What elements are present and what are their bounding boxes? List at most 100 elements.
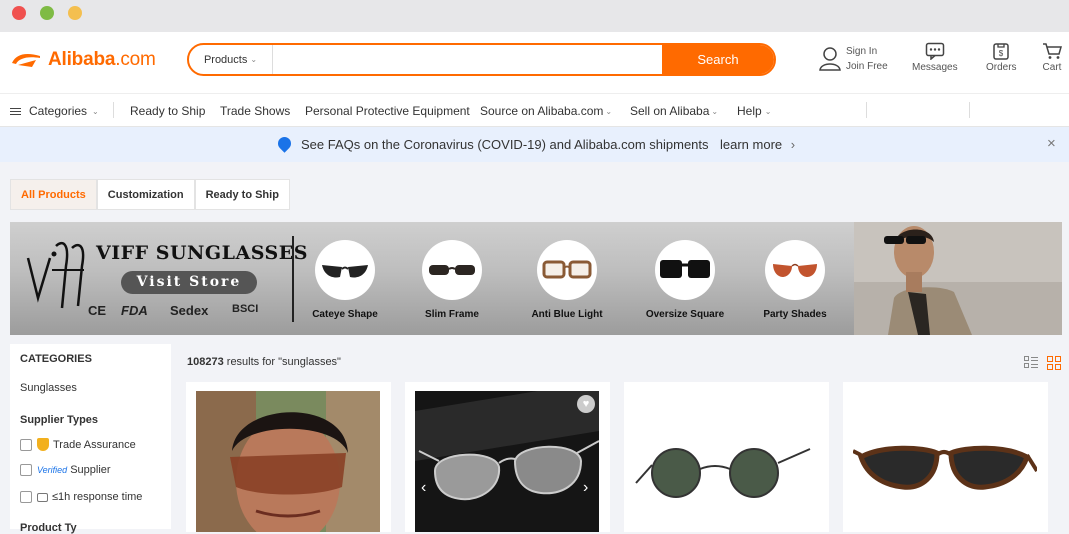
product-card[interactable]: ♥ bbox=[843, 382, 1048, 532]
menu-icon bbox=[10, 106, 21, 117]
trade-assurance-icon bbox=[37, 438, 49, 451]
ad-style-cateye[interactable]: Cateye Shape bbox=[300, 240, 390, 320]
visit-store-button[interactable]: Visit Store bbox=[121, 271, 257, 294]
tab-ready-to-ship[interactable]: Ready to Ship bbox=[194, 179, 290, 210]
notice-text: See FAQs on the Coronavirus (COVID-19) a… bbox=[301, 137, 709, 152]
previous-image-arrow-icon[interactable]: ‹ bbox=[421, 479, 426, 497]
chevron-down-icon: ⌄ bbox=[250, 55, 258, 64]
ad-style-label: Party Shades bbox=[763, 309, 827, 320]
ad-style-label: Cateye Shape bbox=[312, 309, 378, 320]
search-bar: Products ⌄ Search bbox=[187, 43, 776, 76]
ad-style-anti-blue-light[interactable]: Anti Blue Light bbox=[522, 240, 612, 320]
chevron-down-icon: ⌄ bbox=[605, 106, 613, 116]
product-card[interactable]: ♥ bbox=[624, 382, 829, 532]
tab-all-products[interactable]: All Products bbox=[10, 179, 97, 210]
chevron-right-icon: › bbox=[790, 137, 796, 152]
chevron-down-icon: ⌄ bbox=[92, 106, 99, 116]
nav-divider bbox=[969, 102, 970, 118]
product-image[interactable]: ‹ › ♥ bbox=[415, 391, 599, 532]
nav-categories-label: Categories bbox=[29, 104, 88, 118]
ad-brand-title: VIFF SUNGLASSES bbox=[96, 242, 308, 264]
checkbox[interactable] bbox=[20, 438, 32, 451]
window-maximize-button[interactable] bbox=[68, 6, 82, 20]
oversize-square-sunglasses-icon bbox=[660, 260, 710, 278]
logo-brand: Alibaba bbox=[48, 49, 116, 70]
cert-ce: CE bbox=[88, 303, 107, 318]
learn-more-link[interactable]: learn more › bbox=[720, 137, 795, 152]
cart-icon bbox=[1043, 43, 1062, 59]
ad-style-oversize-square[interactable]: Oversize Square bbox=[640, 240, 730, 320]
main-nav: Categories ⌄ Ready to Ship Trade Shows P… bbox=[0, 93, 1069, 127]
cart-button[interactable]: Cart bbox=[1042, 42, 1062, 73]
ad-style-party-shades[interactable]: Party Shades bbox=[750, 240, 840, 320]
product-card[interactable] bbox=[186, 382, 391, 532]
nav-sell-label: Sell on Alibaba bbox=[630, 104, 710, 118]
window-titlebar bbox=[0, 0, 1069, 32]
search-category-select[interactable]: Products ⌄ bbox=[189, 45, 273, 74]
filter-label: Supplier bbox=[70, 464, 111, 476]
filter-response-time[interactable]: ≤1h response time bbox=[20, 491, 142, 503]
category-sunglasses-link[interactable]: Sunglasses bbox=[20, 382, 77, 394]
checkbox[interactable] bbox=[20, 491, 32, 503]
heart-icon[interactable]: ♥ bbox=[577, 395, 595, 413]
nav-source-label: Source on Alibaba.com bbox=[480, 104, 604, 118]
close-icon[interactable]: × bbox=[1047, 135, 1056, 152]
nav-divider bbox=[113, 102, 114, 118]
viff-sunglasses-ad-banner[interactable]: VIFF SUNGLASSES Visit Store CE FDA Sedex… bbox=[10, 222, 1062, 335]
cat-eye-sunglasses-photo bbox=[853, 445, 1037, 490]
filter-verified-supplier[interactable]: Verified Supplier bbox=[20, 464, 111, 476]
checkbox[interactable] bbox=[20, 464, 32, 476]
next-image-arrow-icon[interactable]: › bbox=[583, 479, 588, 497]
orders-button[interactable]: $ Orders bbox=[986, 42, 1017, 73]
learn-more-label: learn more bbox=[720, 137, 783, 152]
messages-label: Messages bbox=[912, 62, 958, 73]
product-filter-tabs: All Products Customization Ready to Ship bbox=[10, 179, 290, 210]
filter-sidebar: CATEGORIES Sunglasses Supplier Types Tra… bbox=[10, 344, 171, 534]
window-minimize-button[interactable] bbox=[40, 6, 54, 20]
verified-badge: Verified bbox=[37, 465, 68, 475]
nav-categories[interactable]: Categories ⌄ bbox=[10, 104, 99, 118]
tab-customization[interactable]: Customization bbox=[96, 179, 195, 210]
nav-sell-on-alibaba[interactable]: Sell on Alibaba ⌄ bbox=[630, 104, 718, 118]
filter-trade-assurance[interactable]: Trade Assurance bbox=[20, 438, 136, 451]
window-close-button[interactable] bbox=[12, 6, 26, 20]
viff-logo-icon bbox=[26, 241, 85, 309]
alibaba-logo-icon bbox=[12, 54, 40, 67]
sign-in-menu[interactable]: Sign In Join Free bbox=[818, 44, 888, 74]
alibaba-logo[interactable]: Alibaba.com bbox=[10, 49, 156, 71]
svg-text:$: $ bbox=[999, 49, 1004, 58]
join-free-link[interactable]: Join Free bbox=[846, 59, 888, 74]
orders-label: Orders bbox=[986, 62, 1017, 73]
nav-source-on-alibaba[interactable]: Source on Alibaba.com ⌄ bbox=[480, 104, 612, 118]
search-button[interactable]: Search bbox=[662, 45, 774, 74]
ad-style-slim-frame[interactable]: Slim Frame bbox=[407, 240, 497, 320]
sign-in-link[interactable]: Sign In bbox=[846, 44, 888, 59]
anti-blue-light-glasses-icon bbox=[542, 260, 592, 279]
nav-ready-to-ship[interactable]: Ready to Ship bbox=[130, 104, 205, 118]
product-image[interactable] bbox=[634, 391, 818, 532]
chevron-down-icon: ⌄ bbox=[764, 106, 772, 116]
cart-label: Cart bbox=[1042, 62, 1062, 73]
results-query: results for "sunglasses" bbox=[223, 356, 341, 368]
product-card[interactable]: ‹ › ♥ bbox=[405, 382, 610, 532]
nav-help-label: Help bbox=[737, 104, 762, 118]
search-category-label: Products bbox=[203, 53, 248, 66]
nav-trade-shows[interactable]: Trade Shows bbox=[220, 104, 290, 118]
nav-personal-protective-equipment[interactable]: Personal Protective Equipment bbox=[305, 104, 470, 118]
ad-style-label: Anti Blue Light bbox=[531, 309, 603, 320]
product-image[interactable] bbox=[853, 391, 1037, 532]
grid-view-icon[interactable] bbox=[1047, 356, 1061, 370]
nav-help[interactable]: Help ⌄ bbox=[737, 104, 771, 118]
messages-icon bbox=[925, 42, 945, 60]
ad-model-photo bbox=[854, 222, 1062, 335]
chat-bubble-icon bbox=[37, 492, 48, 502]
cert-fda: FDA bbox=[121, 303, 148, 318]
filter-label: ≤1h response time bbox=[52, 491, 143, 503]
product-image[interactable] bbox=[196, 391, 380, 532]
ad-style-label: Oversize Square bbox=[645, 309, 725, 320]
messages-button[interactable]: Messages bbox=[912, 42, 958, 73]
search-input[interactable] bbox=[273, 45, 662, 74]
list-view-icon[interactable] bbox=[1024, 356, 1038, 369]
covid-notice-banner: See FAQs on the Coronavirus (COVID-19) a… bbox=[0, 127, 1069, 162]
party-shades-sunglasses-icon bbox=[773, 263, 817, 277]
